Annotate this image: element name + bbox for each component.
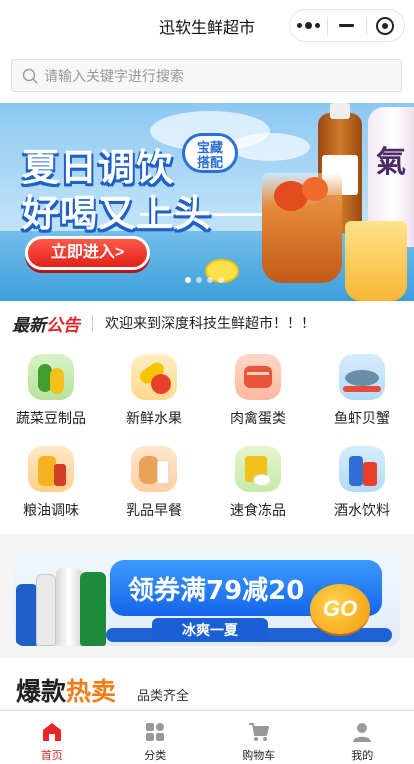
- carousel-indicator: [185, 277, 224, 283]
- home-icon: [42, 723, 61, 741]
- hot-sales-header: 爆款热卖 品类齐全: [0, 658, 414, 708]
- notice-divider: [92, 315, 93, 331]
- tab-label: 购物车: [242, 750, 276, 762]
- category-label: 粮油调味: [23, 502, 79, 518]
- category-label: 鱼虾贝蟹: [334, 410, 390, 426]
- tab-profile[interactable]: 我的: [311, 711, 414, 764]
- notice-logo-part-1: 最新: [12, 315, 46, 336]
- mango-drink-image: [345, 221, 407, 301]
- drinks-icon: [339, 446, 385, 492]
- coupon-subtitle: 冰爽一夏: [152, 618, 268, 642]
- search-bar: [0, 50, 414, 103]
- category-grid: 蔬菜豆制品 新鲜水果 肉禽蛋类 鱼虾贝蟹 粮油调味 乳品早餐 速食冻品 酒水饮料: [0, 344, 414, 534]
- notice-logo: 最新公告: [12, 311, 80, 336]
- vegetable-icon: [28, 354, 74, 400]
- close-button[interactable]: [367, 10, 404, 41]
- carousel-dot[interactable]: [196, 277, 202, 283]
- hot-title-part-1: 爆款: [16, 677, 67, 706]
- miniprogram-capsule: [289, 9, 405, 42]
- carousel-dot[interactable]: [218, 277, 224, 283]
- bottom-tab-bar: 首页 分类 购物车 我的: [0, 710, 414, 764]
- category-label: 酒水饮料: [334, 502, 390, 518]
- target-close-icon: [376, 16, 395, 35]
- category-item-meat[interactable]: 肉禽蛋类: [218, 354, 298, 428]
- category-item-frozen[interactable]: 速食冻品: [218, 446, 298, 520]
- instant-food-icon: [235, 446, 281, 492]
- category-label: 新鲜水果: [126, 410, 182, 426]
- meat-icon: [235, 354, 281, 400]
- user-icon: [353, 723, 372, 742]
- bread-milk-icon: [131, 446, 177, 492]
- top-bar: 迅软生鲜超市: [0, 0, 414, 50]
- minimize-button[interactable]: [328, 10, 365, 41]
- category-item-dairy[interactable]: 乳品早餐: [114, 446, 194, 520]
- tab-cart[interactable]: 购物车: [207, 711, 311, 764]
- category-item-seafood[interactable]: 鱼虾贝蟹: [322, 354, 402, 428]
- tab-category[interactable]: 分类: [104, 711, 208, 764]
- carousel-dot[interactable]: [185, 277, 191, 283]
- fruit-icon: [131, 354, 177, 400]
- banner-headline-2: 好喝又上头: [22, 192, 212, 235]
- tab-home[interactable]: 首页: [0, 711, 104, 764]
- category-icon: [146, 723, 165, 741]
- hot-sales-subtitle: 品类齐全: [137, 688, 190, 703]
- category-item-oil[interactable]: 粮油调味: [11, 446, 91, 520]
- notice-text: 欢迎来到深度科技生鲜超市！！！: [105, 315, 315, 331]
- carousel-dot[interactable]: [207, 277, 213, 283]
- notice-logo-part-2: 公告: [46, 315, 80, 336]
- promo-carousel[interactable]: 夏日调饮 好喝又上头 宝藏 搭配 立即进入> 氣: [0, 103, 414, 301]
- minimize-icon: [339, 24, 355, 27]
- category-item-vegetables[interactable]: 蔬菜豆制品: [11, 354, 91, 428]
- hot-sales-title: 爆款热卖: [16, 672, 116, 708]
- notice-bar[interactable]: 最新公告 欢迎来到深度科技生鲜超市！！！: [0, 302, 414, 344]
- more-button[interactable]: [290, 10, 327, 41]
- category-label: 速食冻品: [230, 502, 286, 518]
- fruit-tea-cup-image: [262, 173, 342, 283]
- coupon-banner[interactable]: 领券满79减20 冰爽一夏 GO: [14, 548, 400, 646]
- cart-icon: [248, 723, 270, 741]
- coupon-section: 领券满79减20 冰爽一夏 GO: [0, 534, 414, 658]
- fish-icon: [339, 354, 385, 400]
- more-dots-icon: [297, 22, 321, 29]
- badge-line-1: 宝藏: [196, 140, 223, 155]
- search-input[interactable]: [44, 67, 384, 84]
- search-box[interactable]: [11, 59, 402, 92]
- tab-label: 我的: [351, 750, 374, 762]
- tab-label: 首页: [40, 750, 63, 762]
- go-button[interactable]: GO: [310, 584, 370, 634]
- category-item-fruits[interactable]: 新鲜水果: [114, 354, 194, 428]
- oil-icon: [28, 446, 74, 492]
- hot-title-part-2: 热卖: [66, 677, 117, 706]
- category-label: 肉禽蛋类: [230, 410, 286, 426]
- tab-label: 分类: [144, 750, 167, 762]
- search-icon: [22, 68, 38, 84]
- category-label: 蔬菜豆制品: [16, 410, 86, 426]
- enter-now-button[interactable]: 立即进入>: [25, 236, 150, 270]
- badge-line-2: 搭配: [196, 155, 223, 170]
- category-item-drinks[interactable]: 酒水饮料: [322, 446, 402, 520]
- coupon-headline: 领券满79减20: [128, 576, 305, 606]
- bottle-label-text: 氣: [376, 146, 406, 179]
- category-label: 乳品早餐: [126, 502, 182, 518]
- banner-badge: 宝藏 搭配: [182, 133, 238, 173]
- cloud-decoration: [230, 133, 310, 161]
